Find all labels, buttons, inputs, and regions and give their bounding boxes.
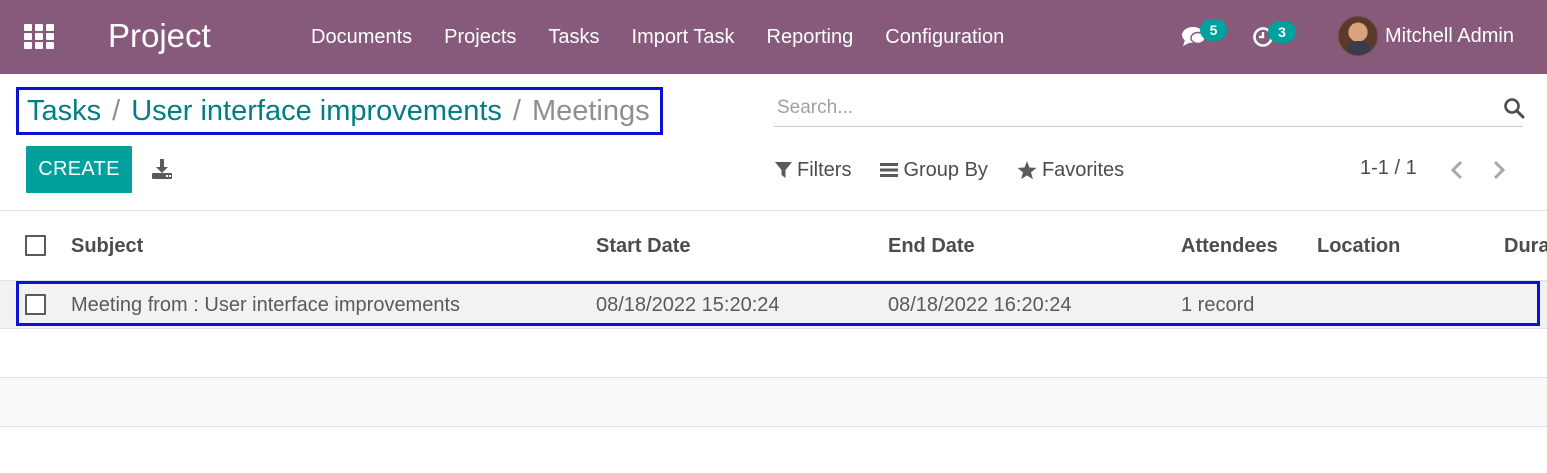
create-button[interactable]: CREATE xyxy=(26,146,132,193)
chevron-right-icon[interactable] xyxy=(1489,157,1509,183)
column-header-location[interactable]: Location xyxy=(1317,235,1400,258)
menu-item-configuration[interactable]: Configuration xyxy=(885,24,1004,50)
breadcrumb: Tasks / User interface improvements / Me… xyxy=(16,87,663,135)
group-by-toggle[interactable]: Group By xyxy=(880,158,988,182)
star-icon xyxy=(1017,160,1037,179)
apps-menu-icon[interactable] xyxy=(24,24,55,49)
main-navbar: Project Documents Projects Tasks Import … xyxy=(0,0,1547,74)
search-options: Filters Group By Favorites xyxy=(775,157,1153,183)
bars-icon xyxy=(880,163,899,177)
activity-menu[interactable]: 3 xyxy=(1250,21,1300,52)
pager-value[interactable]: 1-1 / 1 xyxy=(1360,157,1417,180)
menu-item-tasks[interactable]: Tasks xyxy=(548,24,599,50)
menu-item-import-task[interactable]: Import Task xyxy=(632,24,735,50)
menu-item-reporting[interactable]: Reporting xyxy=(767,24,854,50)
breadcrumb-separator: / xyxy=(112,94,121,127)
search-input[interactable] xyxy=(777,94,1477,122)
user-name: Mitchell Admin xyxy=(1385,24,1514,47)
favorites-label: Favorites xyxy=(1041,158,1125,181)
filters-label: Filters xyxy=(797,158,852,181)
column-header-subject[interactable]: Subject xyxy=(71,235,143,258)
search-icon[interactable] xyxy=(1503,97,1525,119)
column-header-attendees[interactable]: Attendees xyxy=(1181,235,1278,258)
menu-item-documents[interactable]: Documents xyxy=(311,24,412,50)
empty-row xyxy=(0,378,1547,426)
table-header: Subject Start Date End Date Attendees Lo… xyxy=(0,211,1547,280)
table-row[interactable]: Meeting from : User interface improvemen… xyxy=(0,281,1547,328)
select-all-checkbox[interactable] xyxy=(25,235,46,256)
row-checkbox[interactable] xyxy=(25,294,46,315)
cell-start-date: 08/18/2022 15:20:24 xyxy=(596,294,780,316)
user-menu[interactable]: Mitchell Admin xyxy=(1338,15,1514,57)
column-header-start-date[interactable]: Start Date xyxy=(596,235,690,258)
app-title[interactable]: Project xyxy=(108,16,211,56)
activities-count-badge: 3 xyxy=(1268,21,1296,43)
avatar xyxy=(1338,16,1378,56)
breadcrumb-item-tasks[interactable]: Tasks xyxy=(27,95,101,128)
cell-end-date: 08/18/2022 16:20:24 xyxy=(888,294,1072,316)
chevron-left-icon[interactable] xyxy=(1447,157,1467,183)
menu-item-projects[interactable]: Projects xyxy=(444,24,516,50)
messaging-menu[interactable]: 5 xyxy=(1181,19,1231,54)
breadcrumb-current: Meetings xyxy=(531,94,650,127)
favorites-toggle[interactable]: Favorites xyxy=(1017,159,1124,182)
cell-attendees: 1 record xyxy=(1181,294,1255,316)
filter-icon xyxy=(775,162,792,178)
divider xyxy=(0,328,1547,329)
search-bar xyxy=(774,90,1525,127)
breadcrumb-item-task[interactable]: User interface improvements xyxy=(131,95,502,128)
download-icon[interactable] xyxy=(150,157,174,181)
divider xyxy=(0,426,1547,427)
column-header-duration[interactable]: Dura xyxy=(1504,235,1547,258)
filters-toggle[interactable]: Filters xyxy=(775,159,851,182)
column-header-end-date[interactable]: End Date xyxy=(888,235,975,258)
top-menu: Documents Projects Tasks Import Task Rep… xyxy=(311,24,1036,50)
cell-subject: Meeting from : User interface improvemen… xyxy=(71,294,461,316)
group-by-label: Group By xyxy=(903,158,988,181)
messages-count-badge: 5 xyxy=(1200,19,1227,41)
breadcrumb-separator: / xyxy=(512,94,521,127)
